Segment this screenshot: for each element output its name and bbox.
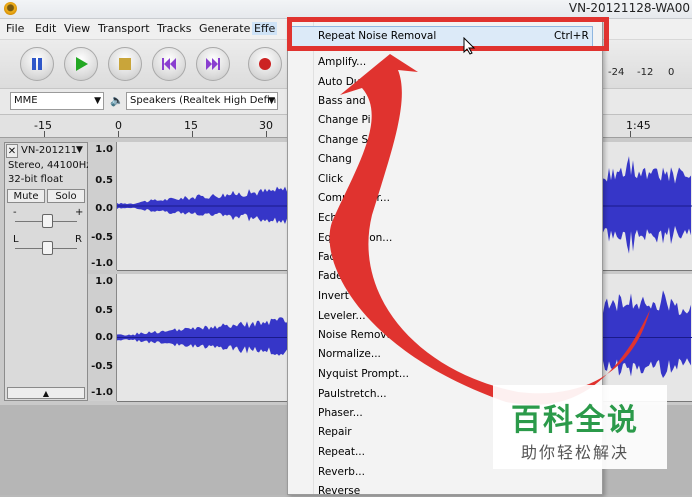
track-format: Stereo, 44100Hz [8,160,92,171]
scale-label: 1.0 [95,276,113,287]
scale-label: 0.0 [95,203,113,214]
track-name[interactable]: VN-201211 [21,145,77,156]
speaker-icon: 🔈 [110,94,124,107]
pan-slider-handle[interactable] [42,241,53,255]
gain-minus-label: - [13,207,17,218]
ruler-label: -15 [34,119,52,132]
menu-file[interactable]: File [6,22,24,35]
menu-item-equalization[interactable]: Equalization... [318,232,392,244]
menu-view[interactable]: View [64,22,90,35]
chevron-down-icon: ▼ [94,96,101,106]
ruler-tick [630,131,631,137]
track-control-panel: ✕ VN-201211 ▼ Stereo, 44100Hz 32-bit flo… [4,142,92,401]
ruler-tick [118,131,119,137]
collapse-icon: ▲ [42,389,50,398]
scale-label: 0.0 [95,332,113,343]
pan-right-label: R [75,234,82,245]
menu-item-phaser[interactable]: Phaser... [318,407,363,419]
channel-1-scale: 1.0 0.5 0.0 -0.5 -1.0 [88,142,117,270]
chevron-down-icon: ▼ [268,96,275,106]
menu-item-nyquist-prompt[interactable]: Nyquist Prompt... [318,368,409,380]
collapse-track-button[interactable]: ▲ [7,387,85,399]
pause-icon [32,58,42,70]
menu-item-change-pitch[interactable]: Change Pi [318,114,371,126]
menu-item-change-tempo[interactable]: Chang [318,153,352,165]
gain-slider-handle[interactable] [42,214,53,228]
menu-transport[interactable]: Transport [98,22,150,35]
record-icon [259,58,271,70]
menu-edit[interactable]: Edit [35,22,56,35]
audacity-app-icon [4,2,17,15]
menu-effect[interactable]: Effe [252,22,278,35]
window-title: VN-20121128-WA00 [568,1,690,15]
mute-button[interactable]: Mute [7,189,45,203]
scale-label: 0.5 [95,305,113,316]
menu-item-click-removal[interactable]: Click [318,173,343,185]
menu-item-repeat[interactable]: Repeat... [318,446,365,458]
ruler-tick [44,131,45,137]
highlight-callout-box [287,17,609,51]
menu-item-auto-duck[interactable]: Auto Duck... [318,76,382,88]
menu-item-paulstretch[interactable]: Paulstretch... [318,388,387,400]
scale-label: -1.0 [91,387,113,398]
ruler-label: 15 [184,119,198,132]
scale-label: 0.5 [95,175,113,186]
menu-generate[interactable]: Generate [199,22,250,35]
watermark-title: 百科全说 [511,403,639,438]
menu-gutter [313,20,314,494]
track-bit-depth: 32-bit float [8,174,64,185]
stop-button[interactable] [108,47,142,81]
scale-label: -1.0 [91,258,113,269]
menu-item-leveler[interactable]: Leveler... [318,310,366,322]
scale-label: -0.5 [91,361,113,372]
audio-host-value: MME [14,95,38,106]
meter-label-12: -12 [637,67,654,78]
menu-item-compressor[interactable]: Compressor... [318,192,390,204]
close-track-button[interactable]: ✕ [6,144,18,158]
menu-item-invert[interactable]: Invert [318,290,349,302]
stop-icon [119,58,131,70]
menu-item-reverse[interactable]: Reverse [318,485,360,497]
audio-host-select[interactable]: MME ▼ [10,92,104,110]
menu-item-repair[interactable]: Repair [318,426,352,438]
menu-item-fade-out[interactable]: Fade Out [318,270,365,282]
scale-label: -0.5 [91,232,113,243]
menu-tracks[interactable]: Tracks [157,22,192,35]
ruler-tick [266,131,267,137]
skip-to-start-button[interactable] [152,47,186,81]
ruler-tick [192,131,193,137]
close-icon: ✕ [7,146,17,157]
scale-label: 1.0 [95,144,113,155]
menu-item-change-speed[interactable]: Change S [318,134,368,146]
meter-label-24: -24 [608,67,625,78]
channel-2-scale: 1.0 0.5 0.0 -0.5 -1.0 [88,274,117,401]
solo-button[interactable]: Solo [47,189,85,203]
track-menu-arrow-icon[interactable]: ▼ [76,145,83,155]
output-device-select[interactable]: Speakers (Realtek High Definit ▼ [126,92,278,110]
pan-left-label: L [13,234,19,245]
mouse-cursor-icon [463,37,476,55]
output-device-value: Speakers (Realtek High Definit [130,95,278,106]
pause-button[interactable] [20,47,54,81]
skip-end-icon [206,58,220,70]
record-button[interactable] [248,47,282,81]
watermark-subtitle: 助你轻松解决 [521,443,630,462]
menu-item-fade-in[interactable]: Fade In [318,251,356,263]
watermark-badge: 百科全说 助你轻松解决 [493,385,667,469]
menu-item-bass-treble[interactable]: Bass and Tre [318,95,384,107]
menu-item-amplify[interactable]: Amplify... [318,56,366,68]
gain-plus-label: + [75,207,84,218]
menu-item-reverb[interactable]: Reverb... [318,466,365,478]
menu-item-echo[interactable]: Echo... [318,212,353,224]
meter-label-0: 0 [668,67,675,78]
skip-to-end-button[interactable] [196,47,230,81]
skip-start-icon [162,58,176,70]
play-icon [76,57,88,71]
menu-item-normalize[interactable]: Normalize... [318,348,381,360]
play-button[interactable] [64,47,98,81]
menu-item-noise-removal[interactable]: Noise Removal... [318,329,406,341]
